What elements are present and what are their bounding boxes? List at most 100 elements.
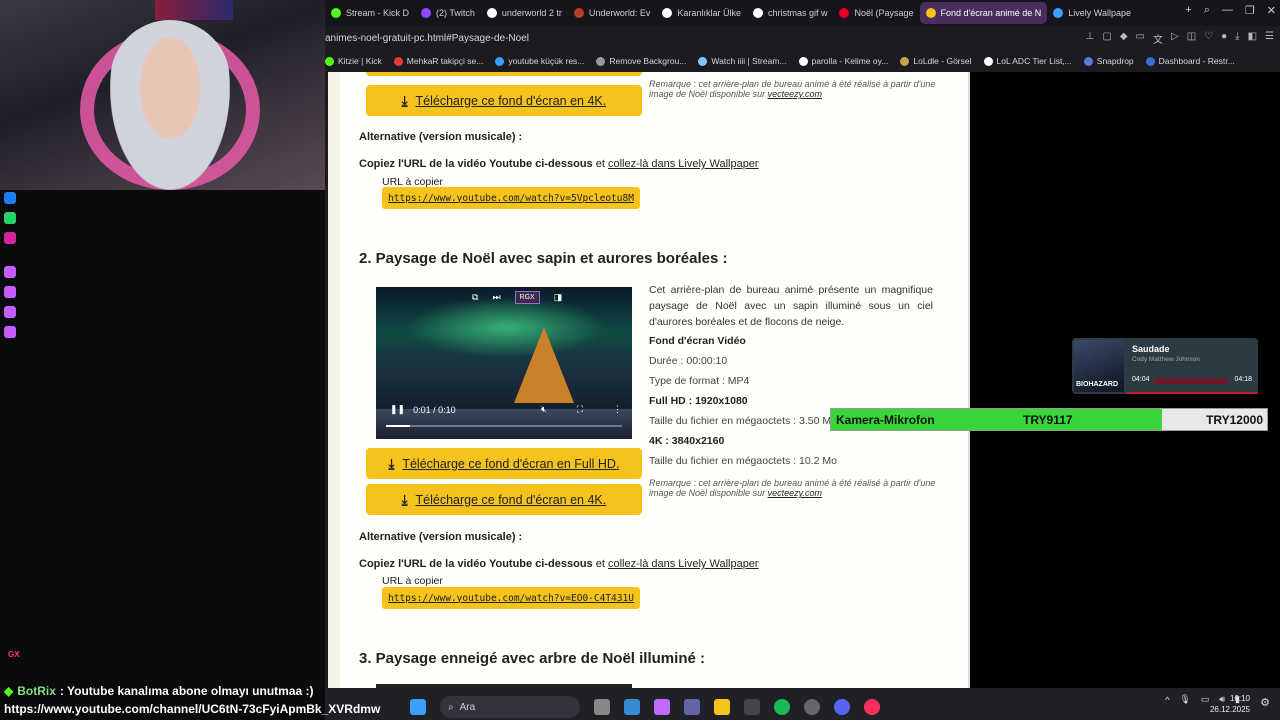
tab-label: christmas gif w: [767, 8, 828, 18]
chat-message: ◆ BotRix : Youtube kanalıma abone olmayı…: [4, 684, 314, 698]
whatsapp-icon[interactable]: [4, 212, 16, 224]
shield-icon[interactable]: ◆: [1120, 31, 1128, 46]
tiktok-icon[interactable]: [4, 286, 16, 298]
app-icon-1[interactable]: [624, 699, 640, 715]
video-player[interactable]: ⧉ ⏭ RGX ◨ ❚❚ 0:01 / 0:10 🔇︎ ⛶ ⋮: [376, 287, 632, 439]
opera-gx-icon[interactable]: [864, 699, 880, 715]
cube-icon[interactable]: ◧: [1248, 31, 1257, 46]
bookmark-favicon-icon: [900, 56, 910, 66]
split-icon[interactable]: ◨: [554, 292, 563, 303]
pin-icon[interactable]: ⊥: [1086, 31, 1095, 46]
tab-label: Stream - Kick D: [346, 8, 410, 18]
screenshot-icon[interactable]: ▢: [1102, 31, 1111, 46]
window-controls: + ⌕ — ❐ ✕: [1185, 4, 1276, 17]
copilot-icon[interactable]: [654, 699, 670, 715]
play-icon[interactable]: ▷: [1171, 31, 1179, 46]
left-panel: [0, 190, 325, 720]
browser-tab[interactable]: underworld 2 tr: [481, 2, 568, 24]
browser-tab[interactable]: Underworld: Ev: [568, 2, 657, 24]
lively-link-1[interactable]: collez-là dans Lively Wallpaper: [608, 158, 759, 170]
browser-tab[interactable]: Stream - Kick D: [325, 2, 415, 24]
spotify-icon[interactable]: [774, 699, 790, 715]
vecteezy-link-2[interactable]: vecteezy.com: [768, 488, 822, 498]
tab-favicon-icon: [486, 8, 497, 18]
browser-tab[interactable]: Fond d'écran animé de N: [919, 2, 1048, 24]
heart-icon[interactable]: ♡: [1204, 31, 1213, 46]
bookmark-icon[interactable]: ▭: [1136, 31, 1145, 46]
translate-icon[interactable]: 文: [1153, 31, 1163, 46]
minimize-icon[interactable]: —: [1222, 4, 1233, 17]
teams-icon[interactable]: [684, 699, 700, 715]
goal-target: TRY12000: [1206, 413, 1263, 427]
bookmark-item[interactable]: Remove Backgrou...: [596, 56, 686, 66]
bookmark-label: Kitzie | Kick: [338, 56, 382, 66]
fond-title: Fond d'écran Vidéo: [649, 335, 746, 347]
messenger-icon[interactable]: [4, 192, 16, 204]
tab-favicon-icon: [1053, 8, 1064, 18]
clock[interactable]: 16:10 26.12.2025: [1210, 693, 1250, 715]
mic-icon[interactable]: 🎙︎: [1179, 694, 1190, 705]
instagram-icon[interactable]: [4, 232, 16, 244]
bookmarks-bar: Kitzie | Kick MehkaR takipçi se... youtube…: [325, 51, 1280, 71]
chat-username: BotRix: [17, 684, 56, 698]
pip-icon[interactable]: ⧉: [472, 292, 478, 303]
bookmark-item[interactable]: LoL ADC Tier List,...: [983, 56, 1072, 66]
lively-link-2[interactable]: collez-là dans Lively Wallpaper: [608, 558, 759, 570]
windows-start-icon[interactable]: [410, 699, 426, 715]
bookmark-item[interactable]: parolla - Kelime oy...: [798, 56, 888, 66]
youtube-url-2[interactable]: https://www.youtube.com/watch?v=EO0-C4T4…: [382, 587, 640, 609]
search-tabs-icon[interactable]: ⌕: [1204, 4, 1210, 17]
vecteezy-link[interactable]: vecteezy.com: [768, 89, 822, 99]
settings-icon[interactable]: [4, 326, 16, 338]
profile-icon[interactable]: ●: [1221, 31, 1227, 46]
download-icon[interactable]: ⤓: [1235, 31, 1239, 46]
maximize-icon[interactable]: ❐: [1245, 4, 1255, 17]
bookmark-item[interactable]: Snapdrop: [1083, 56, 1134, 66]
task-view-icon[interactable]: [594, 699, 610, 715]
download-fullhd-button[interactable]: ⤓ Télécharge ce fond d'écran en Full HD.: [366, 448, 642, 479]
new-tab-icon[interactable]: +: [1185, 4, 1191, 17]
taskbar-search[interactable]: ⌕ Ara: [440, 696, 580, 718]
camera-icon[interactable]: ◫: [1187, 31, 1196, 46]
bookmark-item[interactable]: MehkaR takipçi se...: [393, 56, 483, 66]
bookmark-item[interactable]: Watch iiii | Stream...: [698, 56, 787, 66]
notification-icon[interactable]: ⚙: [1260, 696, 1270, 709]
tray-chevron-icon[interactable]: ^: [1165, 695, 1169, 705]
bookmark-item[interactable]: youtube küçük res...: [495, 56, 584, 66]
browser-tab[interactable]: christmas gif w: [747, 2, 834, 24]
more-icon[interactable]: ⋮: [613, 404, 622, 415]
browser-tab[interactable]: Noël (Paysage: [833, 2, 919, 24]
remark-1: Remarque : cet arrière-plan de bureau an…: [649, 79, 936, 99]
close-icon[interactable]: ✕: [1267, 4, 1276, 17]
menu-icon[interactable]: ☰: [1265, 31, 1274, 46]
video-progress-bar[interactable]: [386, 425, 622, 427]
diamond-icon[interactable]: [4, 306, 16, 318]
fullscreen-icon[interactable]: ⛶: [577, 404, 583, 415]
mute-icon[interactable]: 🔇︎: [541, 404, 547, 415]
rgx-button[interactable]: RGX: [514, 291, 540, 304]
download-fullhd-button-1[interactable]: [366, 72, 642, 76]
browser-tab[interactable]: (2) Twitch: [415, 2, 481, 24]
browser-tab[interactable]: Karanlıklar Ülke: [656, 2, 747, 24]
skip-icon[interactable]: ⏭: [492, 292, 500, 303]
app-icon-2[interactable]: [744, 699, 760, 715]
network-icon[interactable]: ▭: [1201, 694, 1210, 705]
bookmark-item[interactable]: Kitzie | Kick: [325, 56, 382, 66]
tab-label: Lively Wallpape: [1068, 8, 1131, 18]
discord-icon[interactable]: [834, 699, 850, 715]
browser-tab[interactable]: Lively Wallpape: [1047, 2, 1137, 24]
app-icon-3[interactable]: [804, 699, 820, 715]
bookmark-item[interactable]: Dashboard - Restr...: [1145, 56, 1235, 66]
song-title: Saudade: [1132, 344, 1170, 354]
download-4k-button-1[interactable]: ⤓ Télécharge ce fond d'écran en 4K.: [366, 85, 642, 116]
url-text[interactable]: animes-noel-gratuit-pc.html#Paysage-de-N…: [325, 33, 529, 44]
player-icon[interactable]: [4, 266, 16, 278]
file-explorer-icon[interactable]: [714, 699, 730, 715]
youtube-url-1[interactable]: https://www.youtube.com/watch?v=5Vpcleot…: [382, 187, 640, 209]
tab-label: Karanlıklar Ülke: [677, 8, 741, 18]
download-4k-button[interactable]: ⤓ Télécharge ce fond d'écran en 4K.: [366, 484, 642, 515]
bookmark-item[interactable]: LoLdle - Görsel: [900, 56, 972, 66]
bookmark-favicon-icon: [325, 56, 334, 66]
pause-icon[interactable]: ❚❚: [390, 404, 405, 415]
bookmark-label: Snapdrop: [1096, 56, 1134, 66]
